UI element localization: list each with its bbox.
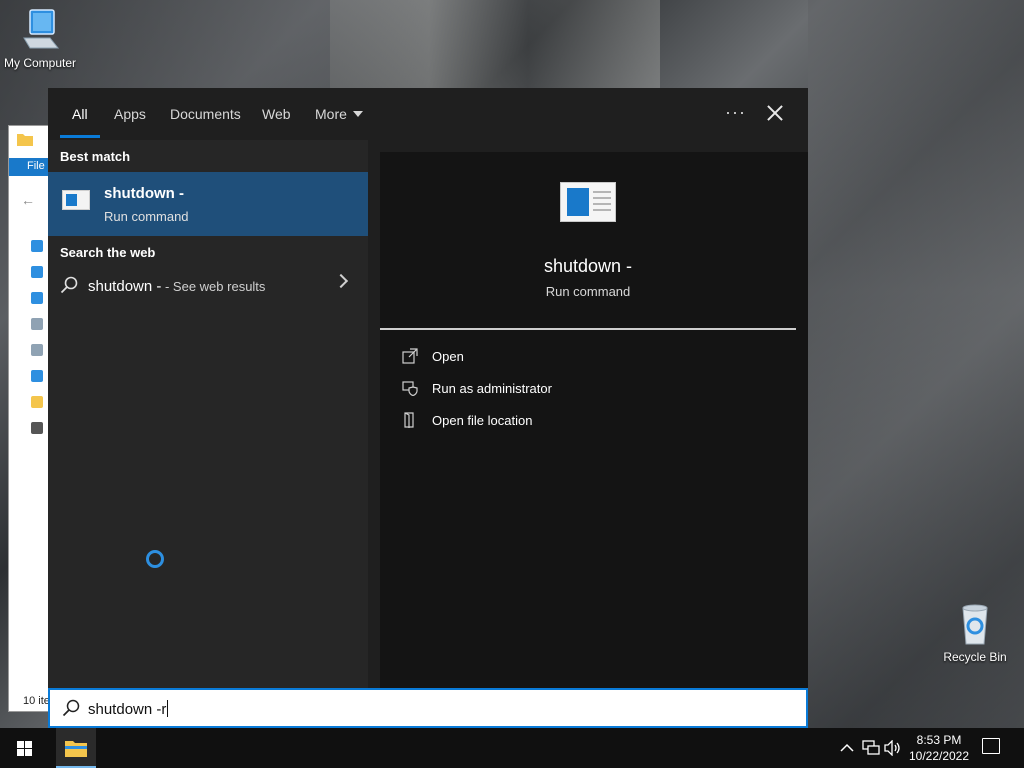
desktop-icon-recycle-bin[interactable]: Recycle Bin xyxy=(935,602,1015,664)
computer-icon xyxy=(23,9,60,49)
action-open-file-location[interactable]: Open file location xyxy=(402,410,782,434)
preview-title: shutdown - xyxy=(543,256,633,276)
clock[interactable]: 8:53 PM 10/22/2022 xyxy=(900,732,978,764)
chevron-right-icon[interactable] xyxy=(333,273,349,289)
tab-web[interactable]: Web xyxy=(262,106,291,122)
search-web-heading: Search the web xyxy=(60,245,156,260)
desktop-icon-label: Recycle Bin xyxy=(943,650,1007,664)
desktop-icon-my-computer[interactable]: My Computer xyxy=(0,8,80,70)
back-arrow-icon[interactable]: ← xyxy=(21,192,35,208)
web-result-term: shutdown - xyxy=(88,278,162,295)
action-run-as-administrator[interactable]: Run as administrator xyxy=(402,378,782,402)
best-match-subtitle: Run command xyxy=(104,209,189,224)
web-result-text: shutdown - - See web results xyxy=(88,278,265,295)
close-icon[interactable] xyxy=(764,102,786,124)
taskbar-file-explorer-button[interactable] xyxy=(56,728,96,768)
desktop-icon-label: My Computer xyxy=(3,56,77,70)
web-result-suffix: - See web results xyxy=(161,279,266,294)
run-command-icon xyxy=(560,182,616,222)
web-search-result[interactable]: shutdown - - See web results xyxy=(48,266,368,304)
results-list: Best match shutdown - Run command Search… xyxy=(48,140,368,688)
open-icon xyxy=(402,348,418,364)
recycle-bin-icon xyxy=(962,604,988,645)
preview-pane: shutdown - Run command Open Run as admin… xyxy=(380,152,808,688)
windows-logo-icon xyxy=(17,741,24,748)
file-location-icon xyxy=(404,412,414,428)
best-match-title: shutdown - xyxy=(104,185,184,202)
tab-apps[interactable]: Apps xyxy=(114,106,146,122)
active-tab-indicator xyxy=(60,135,100,138)
notification-center-icon[interactable] xyxy=(982,738,1000,754)
tab-more-label: More xyxy=(315,106,347,122)
more-options-button[interactable]: ··· xyxy=(725,102,746,123)
text-cursor xyxy=(167,700,169,717)
search-query-value: shutdown -r xyxy=(88,701,167,718)
start-search-panel: All Apps Documents Web More ··· Best mat… xyxy=(48,88,808,688)
search-tabs: All Apps Documents Web More ··· xyxy=(48,88,808,140)
status-bar-text: 10 ite xyxy=(23,695,50,707)
search-query-text: shutdown -r xyxy=(88,700,169,718)
clock-time: 8:53 PM xyxy=(916,733,962,747)
clock-date: 10/22/2022 xyxy=(908,749,970,763)
search-icon xyxy=(60,276,78,294)
folder-icon xyxy=(17,134,33,146)
search-input[interactable]: shutdown -r xyxy=(48,688,808,728)
start-button[interactable] xyxy=(0,728,48,768)
tab-more[interactable]: More xyxy=(315,106,363,122)
run-command-icon xyxy=(62,190,90,210)
preview-divider xyxy=(380,328,796,330)
caret-down-icon xyxy=(352,111,363,117)
search-icon xyxy=(62,699,80,717)
action-label: Open xyxy=(432,349,464,364)
action-open[interactable]: Open xyxy=(402,346,782,370)
tab-all[interactable]: All xyxy=(72,106,88,122)
tab-documents[interactable]: Documents xyxy=(170,106,241,122)
best-match-result[interactable]: shutdown - Run command xyxy=(48,172,368,236)
pane-divider xyxy=(368,140,380,688)
loading-spinner-icon xyxy=(146,550,164,568)
chevron-up-icon[interactable] xyxy=(840,743,854,753)
preview-subtitle: Run command xyxy=(545,284,631,299)
shield-icon xyxy=(402,381,418,396)
folder-icon xyxy=(65,741,87,757)
network-icon[interactable] xyxy=(862,740,880,756)
action-label: Run as administrator xyxy=(432,381,552,396)
best-match-heading: Best match xyxy=(60,149,131,164)
action-label: Open file location xyxy=(432,413,533,428)
taskbar: 8:53 PM 10/22/2022 xyxy=(0,728,1024,768)
